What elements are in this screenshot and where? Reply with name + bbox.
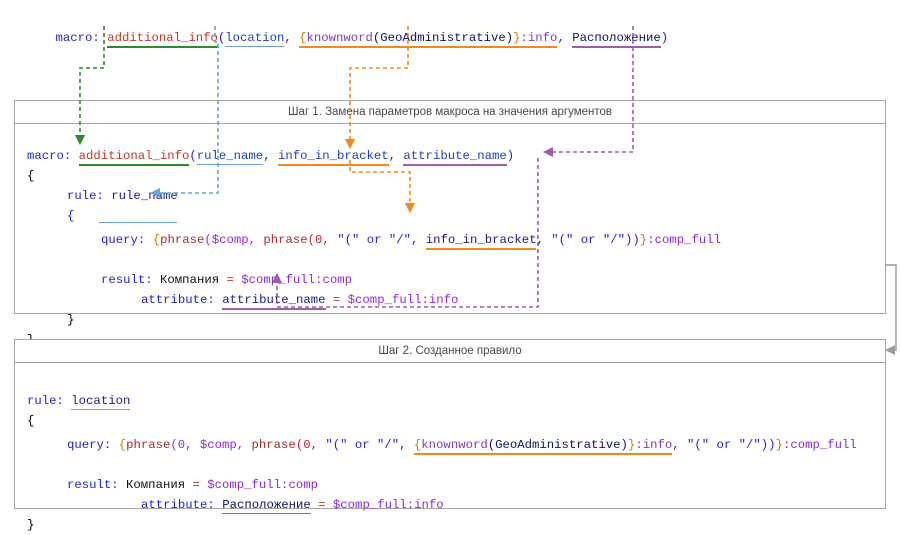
step1-query-arg-info-in-bracket: info_in_bracket (425, 233, 537, 250)
step1-query-sep-1: , (411, 233, 426, 247)
panel-step-1: Шаг 1. Замена параметров макроса на знач… (14, 100, 886, 347)
step2-query-sep-2: , (672, 438, 687, 452)
step1-inner-brace-glyph: { (67, 209, 75, 223)
connector-gray-flow (884, 264, 897, 356)
macro-name: additional_info (107, 31, 218, 48)
panel-step-2-title: Шаг 2. Созданное правило (15, 340, 885, 363)
step2-result-line: result: Компания = $comp_full:comp (67, 475, 318, 495)
step1-macro-keyword: macro: (27, 149, 72, 163)
step2-query-func-1: phrase (126, 438, 171, 452)
step1-query-func-2: phrase (263, 233, 308, 247)
panel-step-2: Шаг 2. Созданное правило rule: location … (14, 339, 886, 532)
step1-result-keyword: result: (101, 273, 153, 287)
step1-query-args-2: (0, (307, 233, 338, 247)
step1-sep-2: , (388, 149, 404, 163)
step2-query-func-2: phrase (251, 438, 296, 452)
step1-result-eq: = (226, 273, 234, 287)
step2-query-line: query: {phrase(0, $comp, phrase(0, "(" o… (67, 435, 857, 455)
step1-query-string-2: "(" or "/" (551, 233, 626, 247)
arg-separator-1: , (284, 31, 300, 45)
step2-query-knownword: knownword (421, 438, 488, 452)
step2-query-keyword: query: (67, 438, 112, 452)
step1-query-keyword: query: (101, 233, 146, 247)
panel-step-1-body: macro: additional_info(rule_name, info_i… (15, 124, 885, 347)
step2-attr-value: $comp_full:info (332, 498, 444, 512)
step1-attribute-line: attribute: attribute_name = $comp_full:i… (141, 290, 458, 310)
brace-open-1: { (299, 31, 307, 45)
step1-sep-1: , (263, 149, 278, 163)
panel-step-1-title: Шаг 1. Замена параметров макроса на знач… (15, 101, 885, 124)
panel-step-2-body: rule: location { query: {phrase(0, $comp… (15, 363, 885, 532)
step1-param-info-in-bracket: info_in_bracket (277, 149, 389, 166)
step1-query-func-1: phrase (160, 233, 205, 247)
step1-paren-open: ( (189, 149, 197, 163)
step1-rule-line: rule: rule_name (67, 186, 178, 206)
step1-param-attribute-name: attribute_name (403, 149, 507, 166)
step1-attr-value: $comp_full:info (347, 293, 459, 307)
step1-query-sep-2: , (536, 233, 552, 247)
knownword-func: knownword (306, 31, 373, 45)
macro-arg-raspolozhenie: Расположение (572, 31, 661, 48)
step1-query-args-1: ($comp, (204, 233, 264, 247)
step2-result-keyword: result: (67, 478, 119, 492)
step1-rule-name-underline (99, 222, 177, 223)
macro-keyword: macro: (55, 31, 100, 45)
step1-inner-brace-close: } (67, 313, 75, 327)
step1-inner-brace-open: { (67, 206, 152, 226)
step1-attr-name: attribute_name (222, 293, 326, 310)
step1-query-tail: )) (625, 233, 640, 247)
knownword-field: :info (520, 31, 558, 45)
macro-call-line: macro: additional_info(location, {knownw… (26, 8, 668, 68)
step2-result-eq: = (192, 478, 200, 492)
step2-query-knownword-inner: (GeoAdministrative) (487, 438, 628, 452)
step2-attr-eq: = (318, 498, 326, 512)
step2-query-field: :comp_full (782, 438, 857, 452)
step1-rule-value: rule_name (111, 189, 178, 203)
step2-brace-close: } (27, 518, 35, 532)
step2-result-entity: Компания (126, 478, 186, 492)
step1-query-brace-open: { (152, 233, 161, 247)
paren-close: ) (660, 31, 669, 45)
step2-attr-name: Расположение (222, 498, 311, 514)
step1-rule-keyword: rule: (67, 189, 104, 203)
step1-attr-keyword: attribute: (141, 293, 215, 307)
step2-query-tail: )) (760, 438, 776, 452)
step1-macro-name: additional_info (78, 149, 190, 166)
step2-query-brace-open: { (118, 438, 127, 452)
step2-result-value: $comp_full:comp (207, 478, 318, 492)
step1-macro-line: macro: additional_info(rule_name, info_i… (27, 146, 514, 166)
macro-arg-location: location (225, 31, 285, 47)
step2-attr-keyword: attribute: (141, 498, 215, 512)
arg-separator-2: , (557, 31, 573, 45)
step1-result-entity: Компания (160, 273, 220, 287)
step2-query-args-2: (0, (295, 438, 326, 452)
step1-query-field: :comp_full (647, 233, 721, 247)
diagram-canvas: macro: additional_info(location, {knownw… (0, 0, 901, 532)
step1-query-line: query: {phrase($comp, phrase(0, "(" or "… (101, 230, 721, 250)
brace-close-1: } (513, 31, 521, 45)
step2-brace-open: { (27, 414, 35, 428)
step2-query-args-1: (0, $comp, (170, 438, 252, 452)
step1-brace-open: { (27, 169, 35, 183)
step2-query-sep-1: , (399, 438, 414, 452)
step1-paren-close: ) (506, 149, 515, 163)
step2-query-string-1: "(" or "/" (325, 438, 400, 452)
step2-rule-value: location (71, 394, 131, 410)
knownword-inner: (GeoAdministrative) (372, 31, 514, 45)
step1-result-line: result: Компания = $comp_full:comp (101, 270, 352, 290)
step2-attribute-line: attribute: Расположение = $comp_full:inf… (141, 495, 444, 515)
step1-query-string-1: "(" or "/" (337, 233, 411, 247)
step2-rule-line: rule: location (27, 391, 131, 411)
step1-param-rule-name: rule_name (196, 149, 264, 165)
step2-query-brace-close: } (775, 438, 783, 452)
step2-query-string-2: "(" or "/" (687, 438, 761, 452)
step2-rule-keyword: rule: (27, 394, 64, 408)
step2-query-knownword-field: :info (635, 438, 673, 452)
step1-result-value: $comp_full:comp (241, 273, 352, 287)
